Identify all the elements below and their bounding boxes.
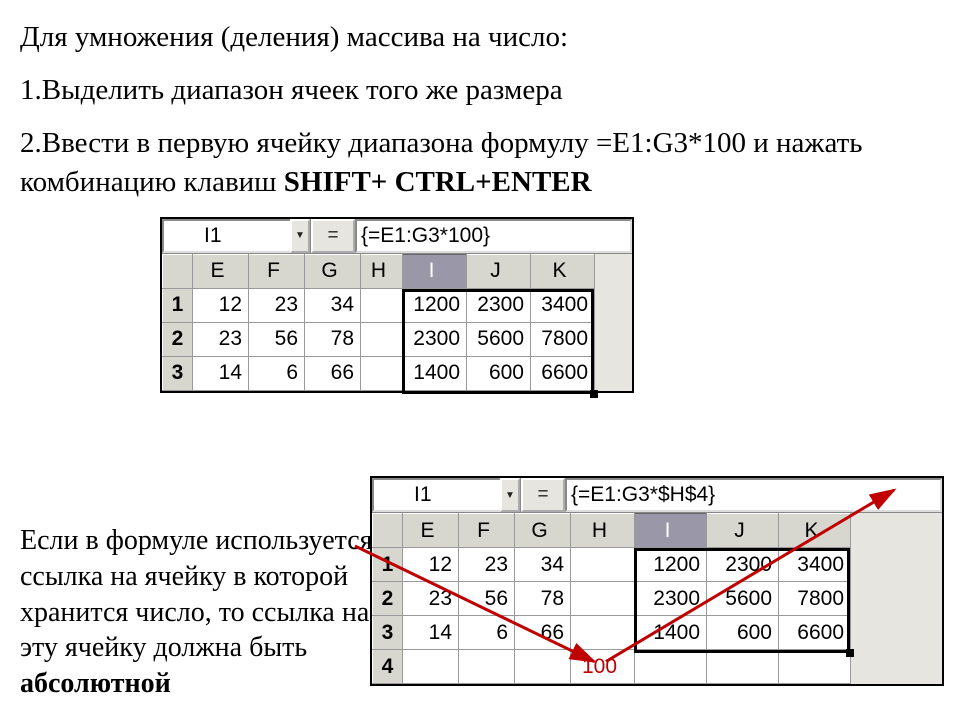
name-box-1[interactable]: I1 <box>162 219 290 253</box>
cell-K4[interactable] <box>779 650 851 684</box>
cell-F3[interactable]: 6 <box>459 616 515 650</box>
cell-G2[interactable]: 78 <box>305 322 361 356</box>
intro-text: Для умножения (деления) массива на число… <box>20 18 940 57</box>
row-header-1[interactable]: 1 <box>163 288 193 322</box>
cell-E1[interactable]: 12 <box>193 288 249 322</box>
step-2: 2.Ввести в первую ячейку диапазона форму… <box>20 124 940 202</box>
cell-E3[interactable]: 14 <box>403 616 459 650</box>
cell-E1[interactable]: 12 <box>403 548 459 582</box>
cell-E2[interactable]: 23 <box>403 582 459 616</box>
col-header-F[interactable]: F <box>249 254 305 288</box>
cell-E2[interactable]: 23 <box>193 322 249 356</box>
cell-G4[interactable] <box>515 650 571 684</box>
equals-button-2[interactable]: = <box>521 478 565 512</box>
row-header-3[interactable]: 3 <box>163 356 193 390</box>
cell-K1[interactable]: 3400 <box>779 548 851 582</box>
col-header-K[interactable]: K <box>531 254 595 288</box>
formula-bar-1: I1 ▼ = {=E1:G3*100} <box>162 219 632 254</box>
col-header-H[interactable]: H <box>571 514 635 548</box>
cell-J1[interactable]: 2300 <box>707 548 779 582</box>
step-2b-shortcut: SHIFT+ CTRL+ENTER <box>284 166 592 198</box>
formula-bar-2: I1 ▼ = {=E1:G3*$H$4} <box>372 478 942 513</box>
cell-F4[interactable] <box>459 650 515 684</box>
cell-J2[interactable]: 5600 <box>707 582 779 616</box>
cell-E3[interactable]: 14 <box>193 356 249 390</box>
equals-button-1[interactable]: = <box>311 219 355 253</box>
cell-G1[interactable]: 34 <box>515 548 571 582</box>
cell-H3[interactable] <box>571 616 635 650</box>
excel-screenshot-1: I1 ▼ = {=E1:G3*100} EFGHIJK1122334120023… <box>160 217 634 393</box>
col-header-F[interactable]: F <box>459 514 515 548</box>
explanation-bold: абсолютной <box>20 668 171 699</box>
step-1: 1.Выделить диапазон ячеек того же размер… <box>20 71 940 110</box>
cell-E4[interactable] <box>403 650 459 684</box>
cell-G2[interactable]: 78 <box>515 582 571 616</box>
cell-K2[interactable]: 7800 <box>531 322 595 356</box>
explanation-body: Если в формуле используется ссылка на яч… <box>20 525 373 663</box>
col-header-J[interactable]: J <box>707 514 779 548</box>
col-header-G[interactable]: G <box>515 514 571 548</box>
col-header-J[interactable]: J <box>467 254 531 288</box>
cell-J1[interactable]: 2300 <box>467 288 531 322</box>
cell-I1[interactable]: 1200 <box>635 548 707 582</box>
name-box-dropdown-icon[interactable]: ▼ <box>500 478 520 512</box>
cell-J2[interactable]: 5600 <box>467 322 531 356</box>
cell-K3[interactable]: 6600 <box>779 616 851 650</box>
cell-H2[interactable] <box>571 582 635 616</box>
cell-I2[interactable]: 2300 <box>635 582 707 616</box>
cell-H3[interactable] <box>361 356 403 390</box>
cell-H4[interactable]: 100 <box>571 650 635 684</box>
cell-H2[interactable] <box>361 322 403 356</box>
cell-G3[interactable]: 66 <box>305 356 361 390</box>
cell-I3[interactable]: 1400 <box>403 356 467 390</box>
cell-I1[interactable]: 1200 <box>403 288 467 322</box>
col-header-I[interactable]: I <box>635 514 707 548</box>
select-all-corner[interactable] <box>163 254 193 288</box>
cell-J3[interactable]: 600 <box>467 356 531 390</box>
formula-input-1[interactable]: {=E1:G3*100} <box>355 219 632 253</box>
cell-G3[interactable]: 66 <box>515 616 571 650</box>
cell-F1[interactable]: 23 <box>459 548 515 582</box>
cell-F1[interactable]: 23 <box>249 288 305 322</box>
cell-I2[interactable]: 2300 <box>403 322 467 356</box>
col-header-I[interactable]: I <box>403 254 467 288</box>
cell-J3[interactable]: 600 <box>707 616 779 650</box>
row-header-2[interactable]: 2 <box>163 322 193 356</box>
cell-F2[interactable]: 56 <box>249 322 305 356</box>
col-header-H[interactable]: H <box>361 254 403 288</box>
col-header-G[interactable]: G <box>305 254 361 288</box>
cell-F3[interactable]: 6 <box>249 356 305 390</box>
cell-K1[interactable]: 3400 <box>531 288 595 322</box>
explanation: Если в формуле используется ссылка на яч… <box>20 523 380 702</box>
formula-input-2[interactable]: {=E1:G3*$H$4} <box>565 478 942 512</box>
cell-K2[interactable]: 7800 <box>779 582 851 616</box>
cell-J4[interactable] <box>707 650 779 684</box>
cell-H1[interactable] <box>571 548 635 582</box>
col-header-E[interactable]: E <box>403 514 459 548</box>
name-box-dropdown-icon[interactable]: ▼ <box>290 219 310 253</box>
cell-G1[interactable]: 34 <box>305 288 361 322</box>
excel-screenshot-2: I1 ▼ = {=E1:G3*$H$4} EFGHIJK112233412002… <box>370 476 944 686</box>
cell-F2[interactable]: 56 <box>459 582 515 616</box>
col-header-E[interactable]: E <box>193 254 249 288</box>
fill-handle[interactable] <box>590 390 598 398</box>
cell-K3[interactable]: 6600 <box>531 356 595 390</box>
cell-H1[interactable] <box>361 288 403 322</box>
cell-I3[interactable]: 1400 <box>635 616 707 650</box>
cell-I4[interactable] <box>635 650 707 684</box>
col-header-K[interactable]: K <box>779 514 851 548</box>
name-box-2[interactable]: I1 <box>372 478 500 512</box>
